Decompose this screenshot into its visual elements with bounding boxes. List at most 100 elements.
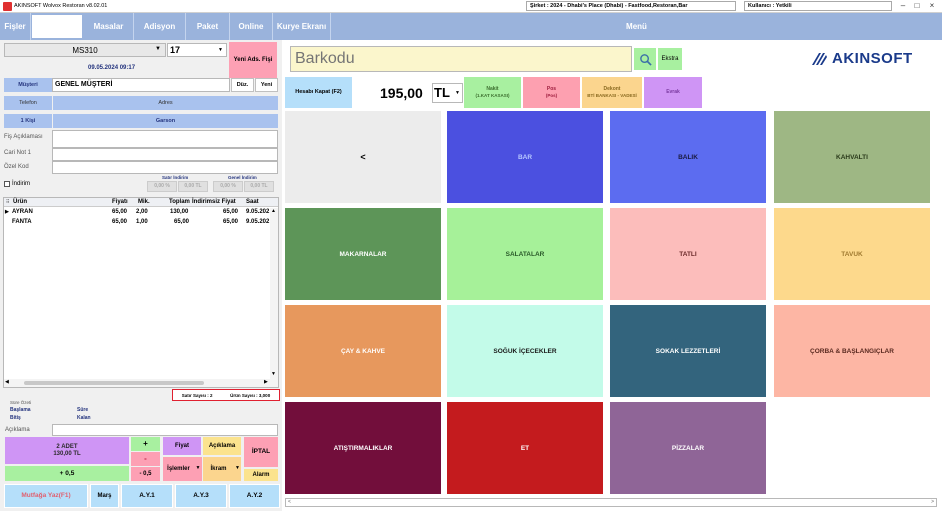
category-button[interactable]: PİZZALAR [609, 401, 767, 495]
minus-button[interactable]: - [131, 452, 160, 466]
payment-button[interactable]: Evrak [644, 77, 702, 108]
category-button[interactable]: SALATALAR [446, 207, 604, 301]
payment-button[interactable]: Dekont BTİ BANKASI - VADESİ [582, 77, 642, 108]
table-row[interactable]: FANTA 65,00 1,00 65,00 65,00 9.05.202 [4, 218, 272, 228]
remaining-label: Kalan [77, 415, 91, 421]
customer-field[interactable]: GENEL MÜŞTERİ [52, 78, 230, 92]
app-title: AKINSOFT Wolvox Restoran v8.02.01 [14, 3, 108, 9]
send-kitchen-button[interactable]: Mutfağa Yaz(F1) [4, 484, 88, 508]
scroll-down-icon[interactable]: ▼ [271, 371, 276, 377]
scroll-right-icon[interactable]: ▶ [264, 379, 268, 385]
category-button[interactable]: TAVUK [773, 207, 931, 301]
row-discount-percent[interactable]: 0,00 % [147, 181, 177, 192]
treat-button[interactable]: İkram [203, 457, 234, 481]
footer-note-field[interactable] [52, 424, 278, 436]
new-customer-button[interactable]: Yeni [255, 78, 278, 92]
horizontal-scrollbar[interactable]: ◀ ▶ [4, 379, 278, 387]
header-time[interactable]: Saat [246, 199, 259, 205]
header-qty[interactable]: Mik. [138, 199, 150, 205]
end-label: Bitiş [10, 415, 21, 421]
category-button[interactable]: BALIK [609, 110, 767, 204]
plus-half-button[interactable]: + 0,5 [5, 466, 129, 481]
menu-kurye[interactable]: Kurye Ekranı [273, 13, 331, 40]
general-discount-amount[interactable]: 0,00 TL [244, 181, 274, 192]
cell-price: 65,00 [112, 219, 128, 225]
category-button[interactable]: ET [446, 401, 604, 495]
header-price[interactable]: Fiyatı [112, 199, 128, 205]
cell-total: 65,00 [174, 219, 190, 225]
category-button[interactable]: < [284, 110, 442, 204]
order-number-select[interactable]: 17 ▼ [167, 43, 227, 57]
edit-customer-button[interactable]: Düz. [231, 78, 254, 92]
category-button[interactable]: SOKAK LEZZETLERİ [609, 304, 767, 398]
special-code-field[interactable] [52, 161, 278, 174]
close-account-button[interactable]: Hesabı Kapat (F2) [285, 77, 352, 108]
barcode-input[interactable] [290, 46, 632, 72]
discount-checkbox[interactable] [4, 181, 10, 187]
persons-field[interactable]: 1 Kişi [4, 114, 52, 128]
menu-menu[interactable]: Menü [331, 13, 942, 40]
alarm-button[interactable]: Alarm [244, 469, 278, 481]
payment-button[interactable]: Pos (Pos) [523, 77, 580, 108]
cari-note-field[interactable] [52, 148, 278, 161]
currency-select[interactable]: TL ▼ [432, 83, 463, 103]
category-button[interactable]: BAR [446, 110, 604, 204]
table-select[interactable]: MS310 ▼ [4, 43, 166, 57]
payment-sublabel: (1.KAT KASASI) [475, 92, 510, 98]
waiter-field[interactable]: Garson [53, 114, 278, 128]
extra-button[interactable]: Ekstra [658, 48, 682, 70]
address-label: Adres [53, 96, 278, 110]
treat-dropdown-icon[interactable]: ▼ [234, 457, 241, 481]
special-code-label: Özel Kod [4, 164, 29, 170]
plus-button[interactable]: + [131, 437, 160, 451]
new-receipt-button[interactable]: Yeni Ads. Fişi [229, 42, 277, 78]
category-button[interactable]: ÇORBA & BAŞLANGIÇLAR [773, 304, 931, 398]
row-discount-amount[interactable]: 0,00 TL [178, 181, 208, 192]
maximize-icon[interactable]: □ [910, 1, 924, 11]
category-button[interactable]: MAKARNALAR [284, 207, 442, 301]
scroll-right-icon[interactable]: > [931, 499, 934, 505]
ay3-button[interactable]: A.Y.3 [175, 484, 227, 508]
table-row[interactable]: ▶ AYRAN 65,00 2,00 130,00 65,00 9.05.202 [4, 208, 272, 218]
ay2-button[interactable]: A.Y.2 [229, 484, 280, 508]
march-button[interactable]: Marş [90, 484, 119, 508]
duration-summary-label: Süre Özeti [10, 400, 32, 405]
vertical-scrollbar[interactable]: ▲ ▼ [270, 208, 278, 379]
category-button[interactable]: SOĞUK İÇECEKLER [446, 304, 604, 398]
scroll-left-icon[interactable]: ◀ [5, 379, 9, 385]
scroll-left-icon[interactable]: < [288, 499, 291, 505]
category-button[interactable]: TATLI [609, 207, 767, 301]
header-product[interactable]: Ürün [13, 199, 27, 205]
bottom-scrollbar[interactable]: < > [285, 498, 937, 507]
search-button[interactable] [634, 48, 656, 70]
menu-adisyon[interactable]: Adisyon [134, 13, 186, 40]
cancel-button[interactable]: İPTAL [244, 437, 278, 467]
close-icon[interactable]: × [925, 1, 939, 11]
category-button[interactable]: ÇAY & KAHVE [284, 304, 442, 398]
note-field[interactable] [52, 130, 278, 148]
ay1-button[interactable]: A.Y.1 [121, 484, 173, 508]
total-amount: 195,00 [380, 85, 423, 101]
operations-dropdown-icon[interactable]: ▼ [194, 457, 202, 481]
operations-button[interactable]: İşlemler [163, 457, 194, 481]
cari-note-label: Cari Not 1 [4, 150, 32, 156]
scrollbar-thumb[interactable] [24, 381, 204, 385]
header-undiscounted[interactable]: İndirimsiz Fiyat [192, 199, 236, 205]
minimize-icon[interactable]: – [896, 1, 910, 11]
menu-fisler[interactable]: Fişler [0, 13, 31, 40]
header-total[interactable]: Toplam [169, 199, 190, 205]
price-button[interactable]: Fiyat [163, 437, 201, 455]
category-button[interactable]: KAHVALTI [773, 110, 931, 204]
minus-half-button[interactable]: - 0,5 [131, 467, 160, 481]
menu-online[interactable]: Online [230, 13, 273, 40]
menu-paket[interactable]: Paket [186, 13, 230, 40]
menu-masalar[interactable]: Masalar [84, 13, 134, 40]
payment-button[interactable]: Nakit (1.KAT KASASI) [464, 77, 521, 108]
scroll-up-icon[interactable]: ▲ [271, 208, 276, 214]
product-grid[interactable]: ⠿ Ürün Fiyatı Mik. Toplam İndirimsiz Fiy… [3, 197, 279, 388]
discount-checkbox-row[interactable]: İndirim [4, 181, 30, 187]
grid-menu-icon[interactable]: ⠿ [6, 199, 9, 205]
category-button[interactable]: ATIŞTIRMALIKLAR [284, 401, 442, 495]
description-button[interactable]: Açıklama [203, 437, 241, 455]
general-discount-percent[interactable]: 0,00 % [213, 181, 243, 192]
